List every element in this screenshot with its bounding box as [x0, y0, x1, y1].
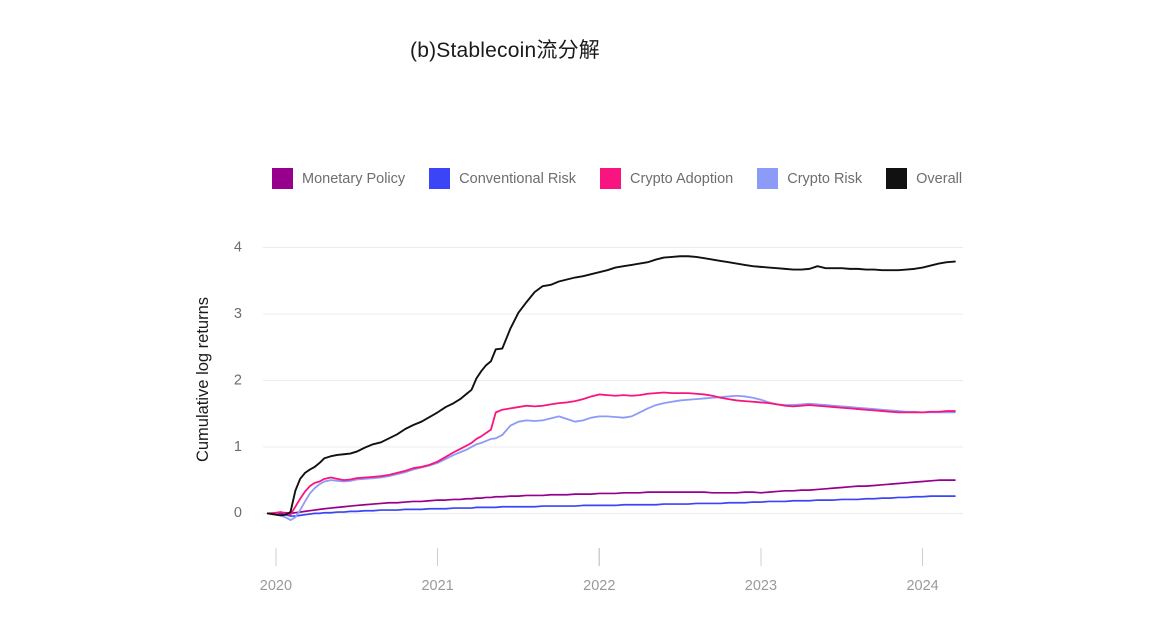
y-tick-label: 3 [234, 306, 242, 322]
series-line-crypto-adoption [266, 391, 956, 516]
x-axis-ticks-group: 2020 2021 2022 2023 2024 [260, 548, 939, 594]
series-line-crypto-risk [266, 394, 956, 521]
line-chart-plot: 0 1 2 3 4 2020 2021 2022 2023 2024 Cumulative lo… [194, 239, 963, 594]
gridlines-group [263, 247, 963, 514]
y-tick-label: 1 [234, 439, 242, 455]
x-tick-label: 2021 [421, 578, 453, 594]
y-tick-label: 0 [234, 505, 242, 521]
series-group [266, 255, 956, 521]
y-tick-label: 4 [234, 239, 242, 255]
x-tick-label: 2023 [745, 578, 777, 594]
y-tick-label: 2 [234, 372, 242, 388]
x-tick-label: 2022 [583, 578, 615, 594]
y-axis-ticks-group: 0 1 2 3 4 [234, 239, 242, 521]
x-tick-label: 2020 [260, 578, 292, 594]
x-tick-label: 2024 [906, 578, 938, 594]
series-line-monetary-policy [267, 479, 956, 515]
y-axis-title: Cumulative log returns [194, 297, 212, 462]
figure-container: (b)Stablecoin流分解 Monetary Policy Conventi… [0, 0, 1174, 622]
